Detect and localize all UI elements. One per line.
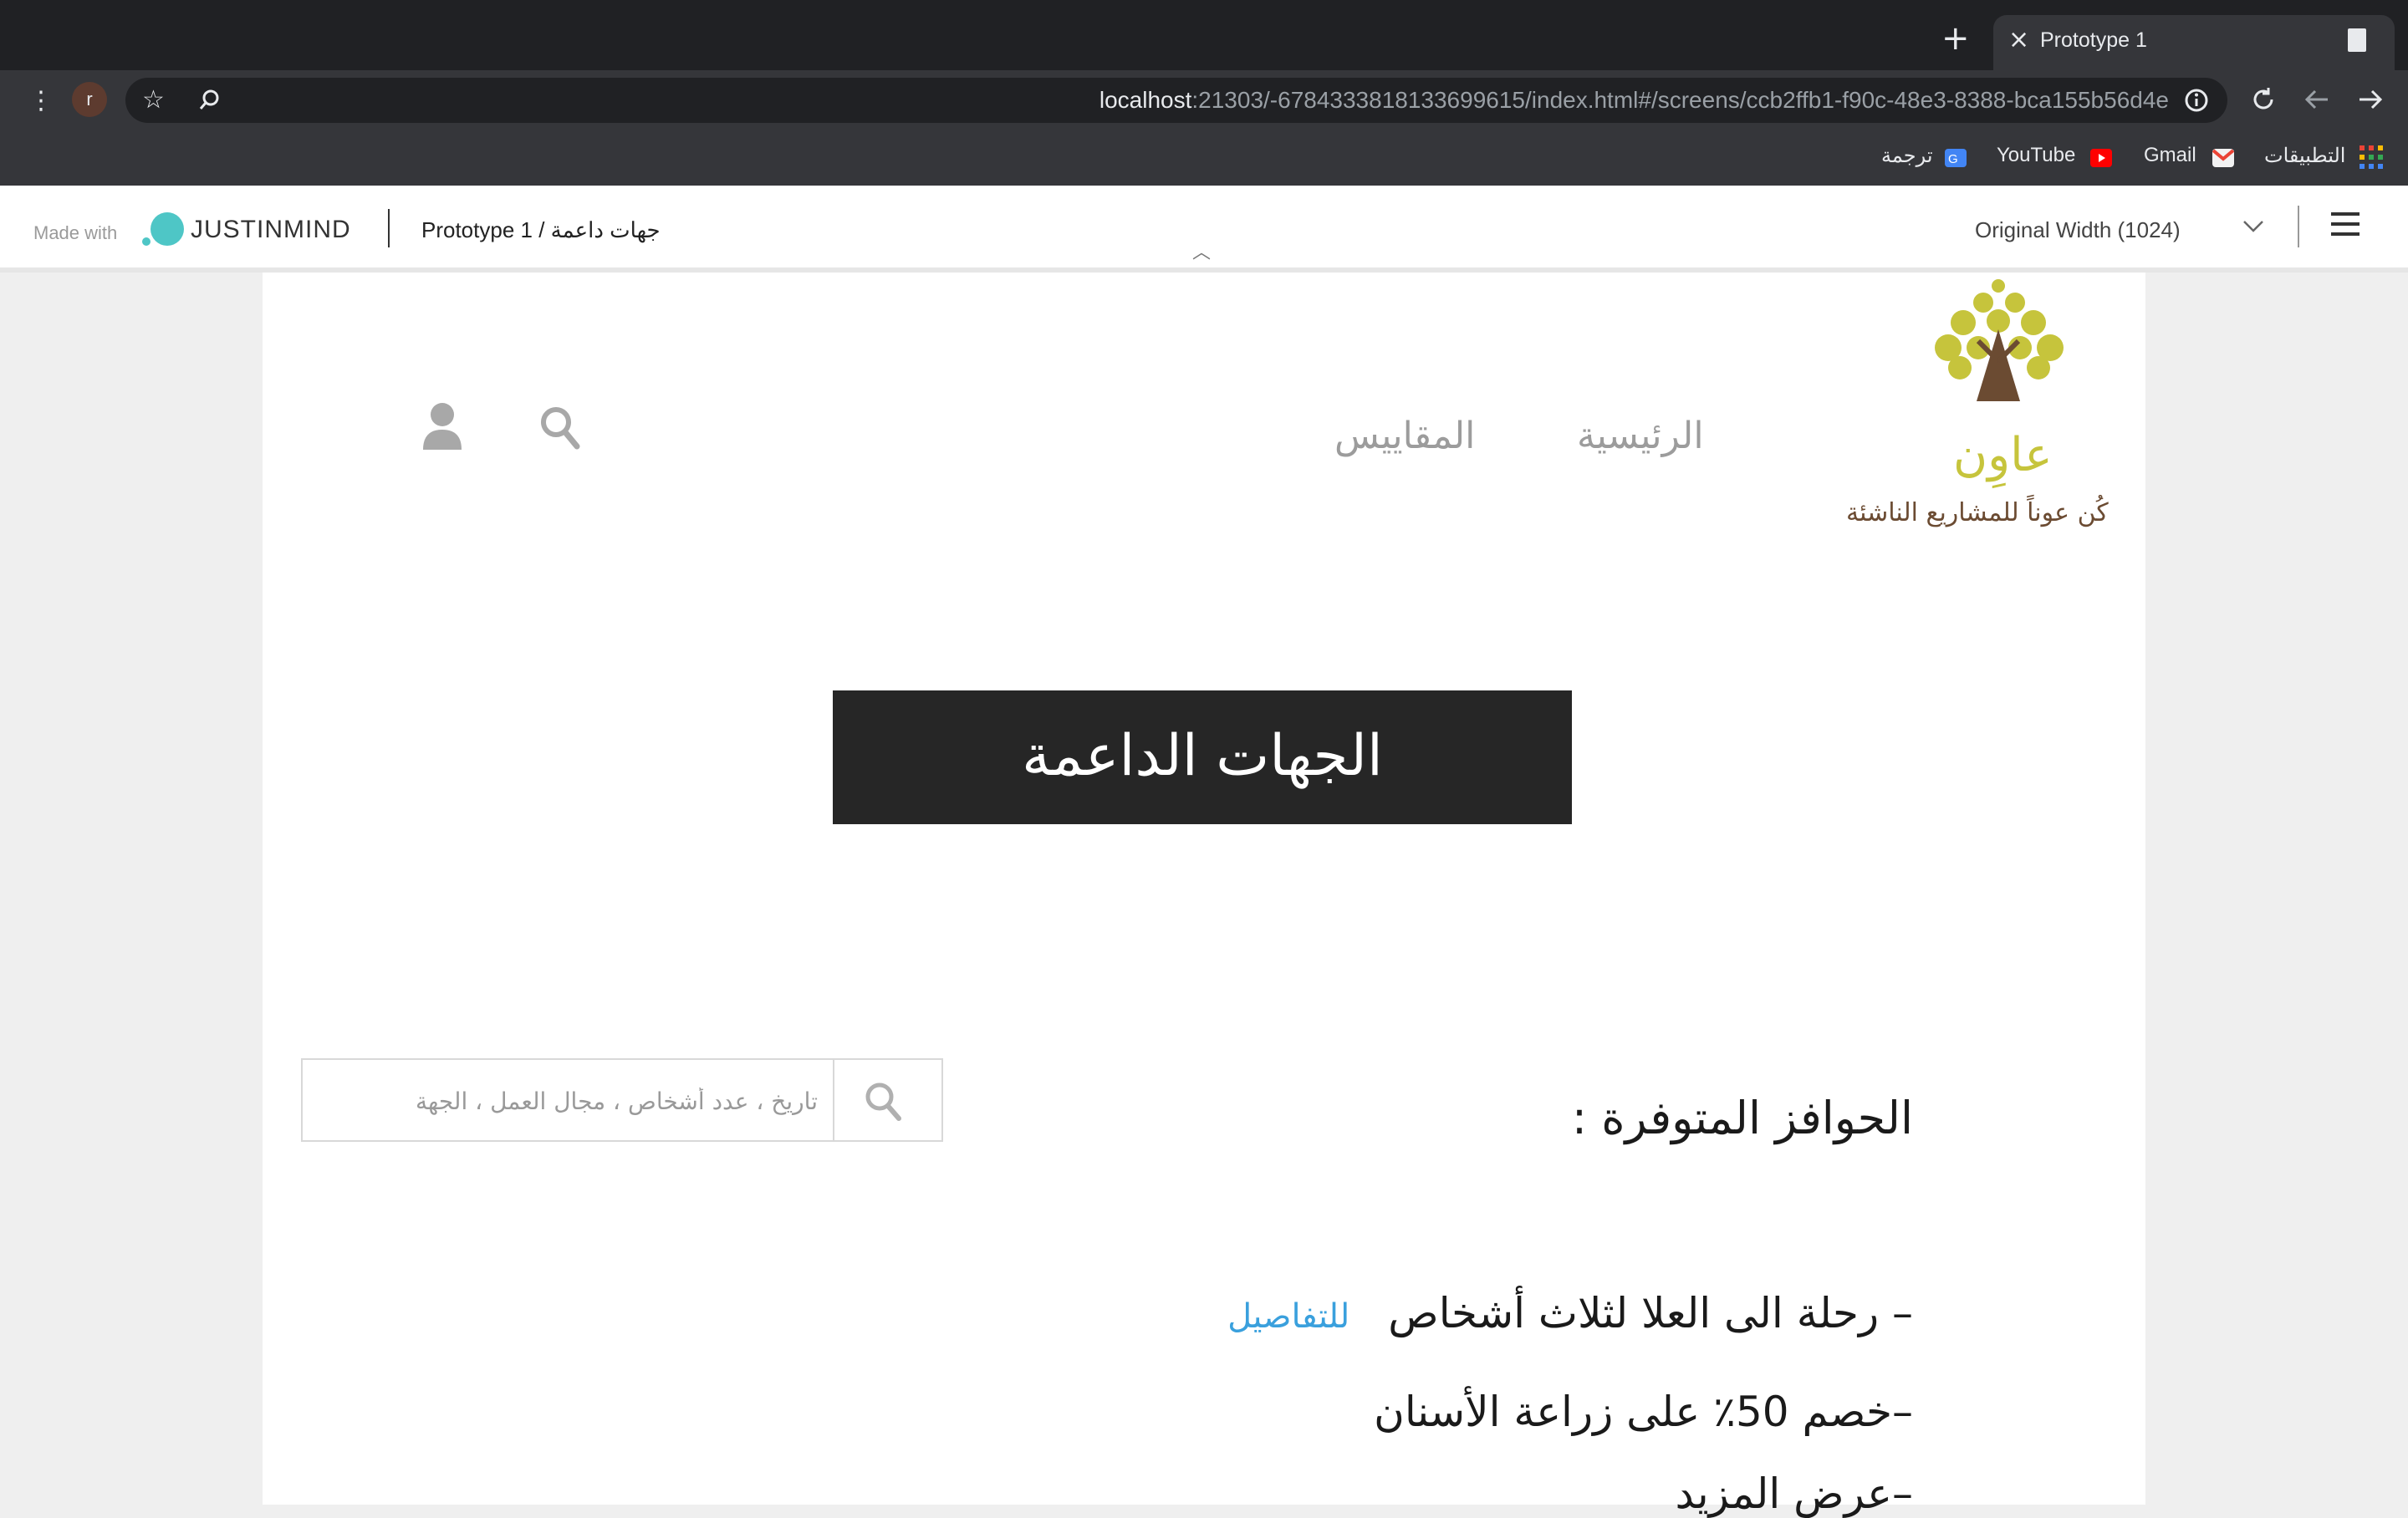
chevron-down-icon[interactable] (2242, 219, 2264, 237)
youtube-icon (2090, 149, 2112, 167)
tree-logo-icon (1926, 278, 2069, 406)
profile-avatar[interactable]: r (72, 82, 107, 117)
collapse-chevron-icon[interactable]: ︿ (1192, 237, 1211, 264)
nav-metrics[interactable]: المقاييس (1334, 415, 1475, 457)
hamburger-menu-icon[interactable] (2331, 211, 2360, 241)
zoom-icon[interactable] (197, 88, 222, 116)
star-icon[interactable]: ☆ (142, 88, 165, 113)
show-more-link[interactable]: –عرض المزيد (1675, 1470, 1913, 1518)
bookmark-youtube[interactable]: YouTube (1997, 144, 2075, 167)
prototype-canvas: عاوِن كُن عوناً للمشاريع الناشئة الرئيسي… (263, 273, 2145, 1518)
search-button[interactable] (863, 1080, 903, 1127)
made-with-label: Made with (33, 222, 118, 243)
list-item: – رحلة الى العلا لثلاث أشخاص للتفاصيل (1227, 1289, 1913, 1337)
browser-tab[interactable]: × Prototype 1 (1993, 15, 2395, 70)
nav-home[interactable]: الرئيسية (1577, 415, 1704, 457)
width-select[interactable]: Original Width (1024) (1975, 217, 2181, 243)
reload-icon[interactable] (2249, 85, 2278, 117)
incentive-text: – رحلة الى العلا لثلاث أشخاص (1388, 1289, 1913, 1337)
bookmark-apps[interactable]: التطبيقات (2264, 144, 2345, 168)
section-title: الحوافز المتوفرة : (1571, 1092, 1913, 1144)
tab-title: Prototype 1 (2040, 28, 2147, 52)
svg-text:G: G (1948, 152, 1958, 166)
breadcrumb[interactable]: Prototype 1 / جهات داعمة (421, 217, 661, 243)
divider (2298, 206, 2299, 247)
url-text[interactable]: localhost:21303/-6784333818133699615/ind… (1099, 87, 2169, 114)
forward-arrow-icon[interactable] (2356, 85, 2385, 117)
bookmark-gmail[interactable]: Gmail (2144, 144, 2196, 167)
details-link[interactable]: للتفاصيل (1227, 1297, 1349, 1336)
close-tab-icon[interactable]: × (2008, 25, 2029, 54)
gmail-icon (2212, 149, 2235, 167)
user-icon[interactable] (421, 401, 463, 455)
divider (388, 209, 390, 247)
brand-tagline: كُن عوناً للمشاريع الناشئة (1846, 498, 2109, 527)
search-icon[interactable] (538, 405, 580, 455)
apps-grid-icon[interactable] (2360, 145, 2383, 172)
page-title-banner: الجهات الداعمة (833, 690, 1572, 824)
justinmind-toolbar: Made with JUSTINMIND Prototype 1 / جهات … (0, 186, 2408, 273)
justinmind-logo-dot (142, 237, 150, 246)
bookmark-translate[interactable]: ترجمة (1881, 144, 1933, 168)
back-arrow-icon[interactable] (2303, 85, 2331, 117)
tab-favicon-icon (2348, 28, 2366, 52)
address-bar[interactable]: ☆ localhost:21303/-6784333818133699615/i… (125, 78, 2227, 123)
divider (833, 1060, 834, 1142)
new-tab-button[interactable]: + (1941, 22, 1970, 55)
browser-tab-strip: + × Prototype 1 (0, 0, 2408, 70)
justinmind-logo-icon (150, 212, 184, 246)
search-input[interactable] (314, 1077, 819, 1125)
site-info-icon[interactable] (2184, 88, 2209, 116)
brand-name[interactable]: عاوِن (1953, 428, 2053, 482)
justinmind-logo[interactable]: JUSTINMIND (191, 216, 351, 244)
list-item: –خصم 50٪ على زراعة الأسنان (1374, 1388, 1913, 1436)
incentive-search (301, 1058, 943, 1142)
kebab-menu-icon[interactable]: ⋮ (28, 89, 54, 114)
translate-icon: G (1945, 149, 1967, 167)
